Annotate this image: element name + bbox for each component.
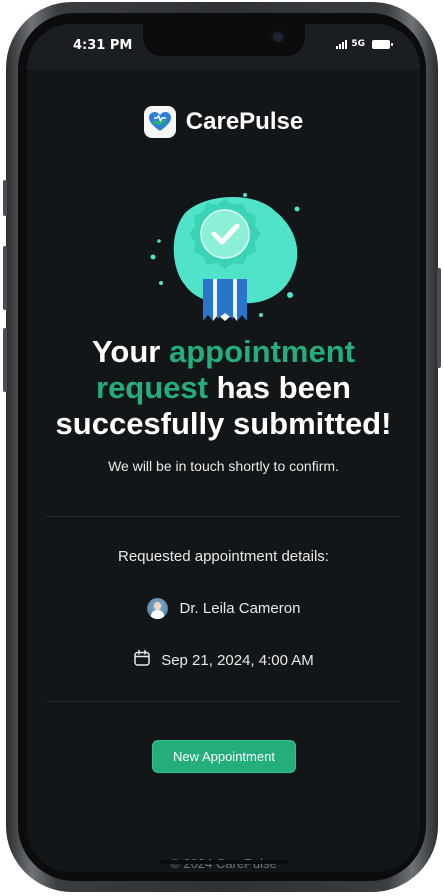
doctor-row: Dr. Leila Cameron — [27, 598, 420, 619]
success-badge-icon — [145, 187, 305, 327]
appointment-datetime: Sep 21, 2024, 4:00 AM — [161, 651, 314, 669]
camera-icon — [271, 30, 285, 44]
network-label: 5G — [351, 39, 365, 49]
home-indicator[interactable] — [160, 860, 288, 864]
status-icons: 5G — [336, 39, 393, 49]
battery-icon — [372, 39, 393, 49]
new-appointment-button[interactable]: New Appointment — [152, 740, 296, 773]
signal-icon — [336, 39, 348, 49]
datetime-row: Sep 21, 2024, 4:00 AM — [27, 649, 420, 671]
headline-part1: Your — [92, 334, 169, 369]
screen: 4:31 PM 5G CarePulse Your appointment re… — [27, 24, 420, 872]
headline: Your appointment request has been succes… — [47, 334, 400, 442]
divider-bottom — [45, 701, 402, 702]
brand-name: CarePulse — [185, 108, 304, 135]
status-time: 4:31 PM — [73, 38, 133, 53]
confirmation-subtext: We will be in touch shortly to confirm. — [108, 458, 339, 474]
volume-down-button — [3, 328, 7, 392]
doctor-avatar — [146, 598, 168, 619]
doctor-name: Dr. Leila Cameron — [179, 600, 301, 617]
status-bar: 4:31 PM 5G — [27, 24, 420, 70]
volume-up-button — [3, 246, 7, 310]
divider-top — [45, 516, 402, 517]
details-title: Requested appointment details: — [118, 548, 329, 565]
notch — [143, 24, 305, 56]
calendar-icon — [133, 649, 151, 671]
power-button — [437, 268, 441, 368]
carepulse-logo-icon — [143, 106, 176, 138]
mute-switch — [3, 180, 7, 216]
brand: CarePulse — [27, 106, 420, 138]
